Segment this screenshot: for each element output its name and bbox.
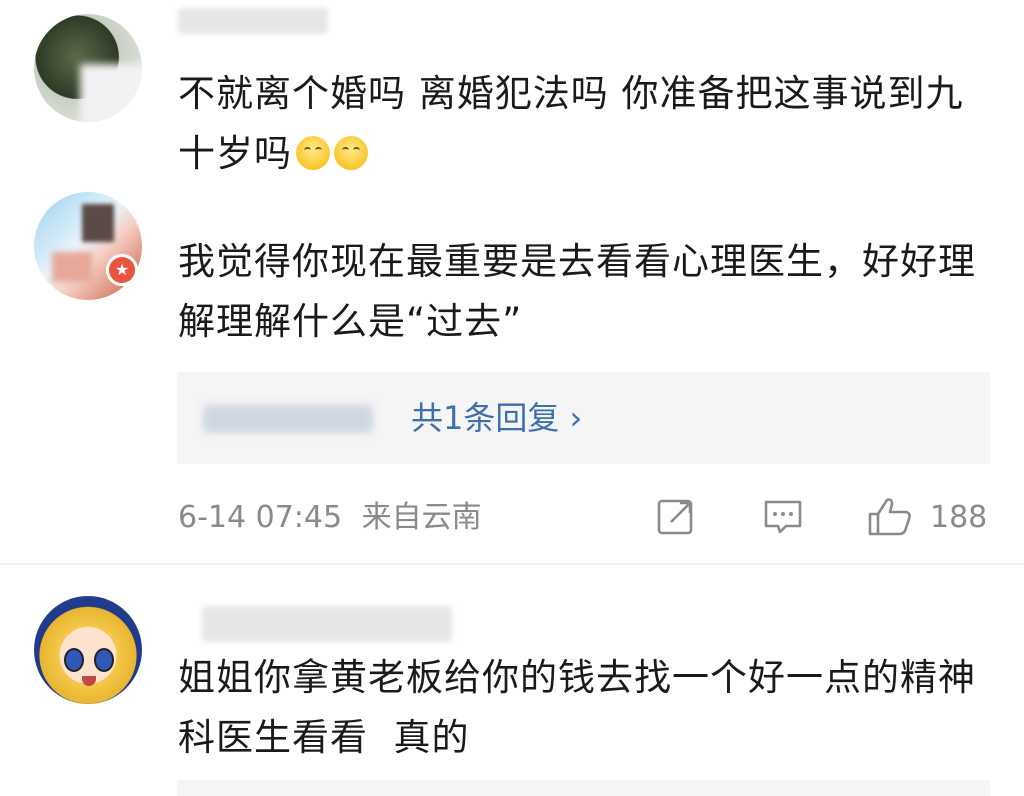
username-redacted[interactable] bbox=[202, 606, 452, 642]
comment-icon bbox=[764, 500, 802, 534]
reply-user-redacted bbox=[203, 405, 373, 433]
comment-text: 不就离个婚吗 离婚犯法吗 你准备把这事说到九十岁吗 bbox=[178, 72, 964, 175]
comment-meta: 6-14 07:45 来自云南 bbox=[178, 496, 482, 540]
divider bbox=[0, 563, 1024, 565]
like-count: 188 bbox=[930, 500, 988, 535]
like-button[interactable] bbox=[866, 494, 914, 538]
share-icon bbox=[657, 499, 693, 535]
comment-text: 我觉得你现在最重要是去看看心理医生，好好理解理解什么是“过去” bbox=[178, 240, 976, 343]
thumbs-up-icon bbox=[868, 498, 911, 536]
avatar[interactable] bbox=[34, 596, 142, 704]
share-button[interactable] bbox=[656, 494, 696, 538]
comment-button[interactable] bbox=[762, 494, 804, 538]
smiling-face-icon bbox=[296, 136, 330, 170]
avatar[interactable] bbox=[34, 14, 142, 122]
verified-badge-icon: ★ bbox=[106, 254, 138, 286]
comment-text: 姐姐你拿黄老板给你的钱去找一个好一点的精神科医生看看 真的 bbox=[178, 656, 976, 759]
smiling-face-icon bbox=[334, 136, 368, 170]
timestamp: 6-14 07:45 bbox=[178, 500, 343, 535]
reply-preview[interactable]: 共1条回复 › bbox=[177, 372, 990, 464]
view-replies-link[interactable]: 共1条回复 › bbox=[411, 394, 582, 442]
reply-preview[interactable] bbox=[177, 780, 990, 796]
username-redacted[interactable] bbox=[178, 8, 328, 34]
location: 来自云南 bbox=[361, 500, 482, 535]
